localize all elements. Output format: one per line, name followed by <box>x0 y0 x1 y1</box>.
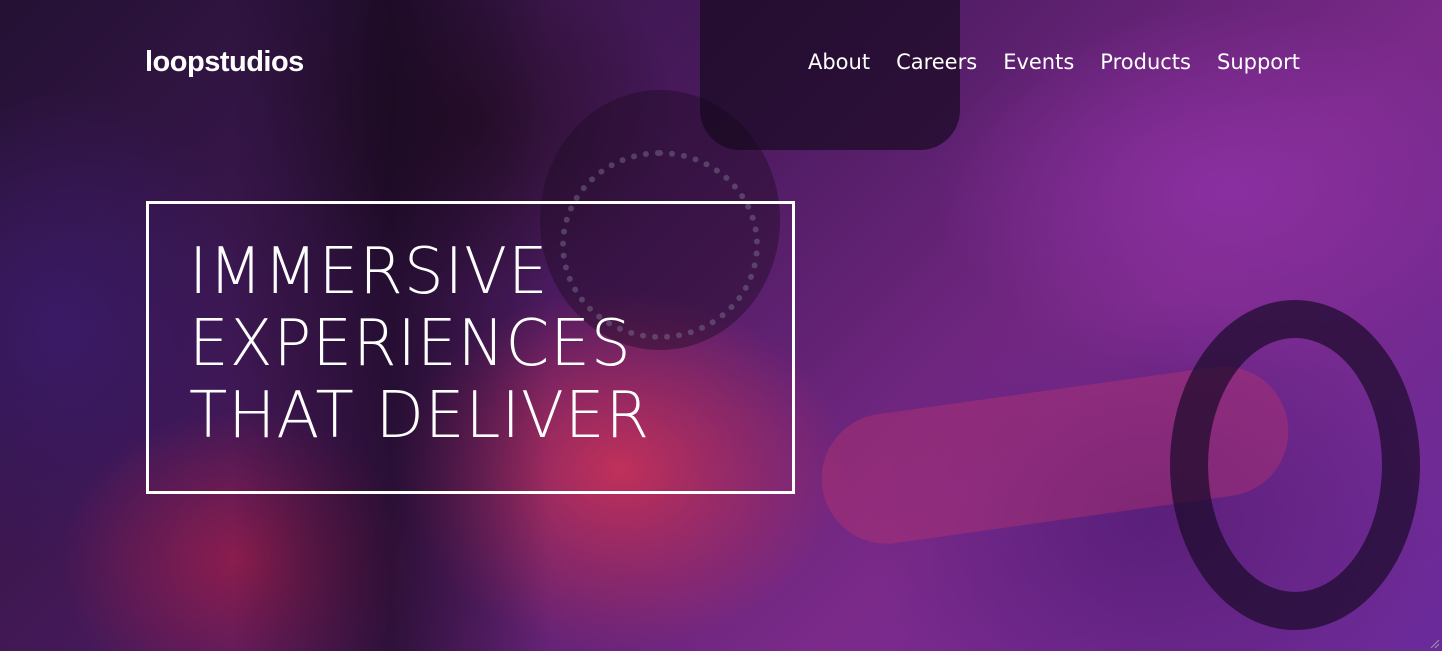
nav-link-careers[interactable]: Careers <box>896 40 977 84</box>
hero-headline-line-2: EXPERIENCES <box>189 307 632 381</box>
hero-headline-line-1: IMMERSIVE <box>189 235 549 309</box>
nav-link-events[interactable]: Events <box>1003 40 1074 84</box>
logo[interactable]: loopstudios <box>145 46 304 79</box>
hero-background-arm <box>813 357 1297 553</box>
hero-headline-box: IMMERSIVE EXPERIENCES THAT DELIVER <box>146 201 795 494</box>
site-header: loopstudios About Careers Events Product… <box>145 40 1300 84</box>
nav-link-support[interactable]: Support <box>1217 40 1300 84</box>
nav-link-products[interactable]: Products <box>1100 40 1191 84</box>
nav-link-about[interactable]: About <box>808 40 870 84</box>
hero-background-steering-wheel <box>1170 300 1420 630</box>
hero-headline-line-3: THAT DELIVER <box>189 379 650 453</box>
hero-section: loopstudios About Careers Events Product… <box>0 0 1442 651</box>
main-nav: About Careers Events Products Support <box>808 40 1300 84</box>
resize-grip-icon[interactable] <box>1428 637 1440 649</box>
hero-headline: IMMERSIVE EXPERIENCES THAT DELIVER <box>189 236 659 452</box>
